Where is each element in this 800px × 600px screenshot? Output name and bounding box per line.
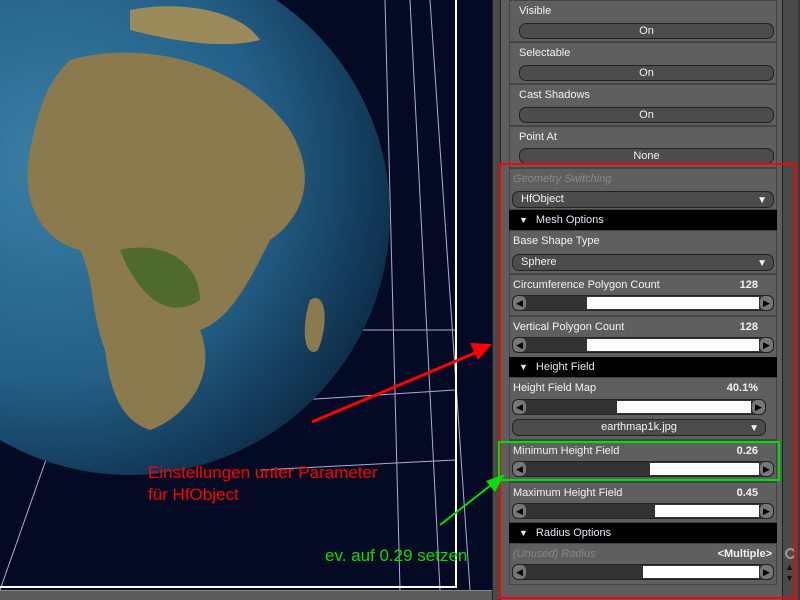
red-note-line2: für HfObject	[148, 485, 239, 504]
annotation-layer	[311, 163, 796, 599]
red-highlight-box	[499, 163, 796, 599]
red-arrow	[311, 348, 483, 424]
green-arrow	[439, 481, 496, 526]
green-annotation: ev. auf 0.29 setzen	[325, 546, 468, 565]
red-annotation: Einstellungen unter Parameter für HfObjec…	[148, 462, 378, 506]
red-note-line1: Einstellungen unter Parameter	[148, 463, 378, 482]
green-highlight-box	[498, 441, 780, 481]
